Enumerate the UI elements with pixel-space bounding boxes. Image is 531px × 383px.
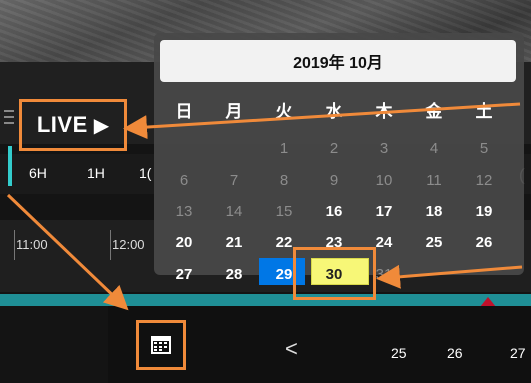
calendar-month-title[interactable]: 2019年 10月 [160,40,516,82]
calendar-day-11: 11 [426,172,442,189]
calendar-day-2: 2 [329,140,339,157]
calendar-day-9: 9 [329,172,339,189]
date-button-26[interactable]: 26 [447,345,463,361]
play-triangle-icon: ▶ [93,114,110,137]
calendar-day-26[interactable]: 26 [466,234,502,251]
prev-date-button[interactable]: < [285,336,298,362]
calendar-button[interactable] [136,320,186,370]
calendar-day-14: 14 [225,203,243,220]
weekday-label: 木 [375,102,393,121]
range-1h-button[interactable]: 1H [87,165,105,181]
calendar-day-16[interactable]: 16 [316,203,352,220]
calendar-day-1: 1 [279,140,289,157]
calendar-day-13: 13 [175,203,193,220]
range-6h-button[interactable]: 6H [29,165,47,181]
weekday-label: 月 [225,102,243,121]
calendar-day-25[interactable]: 25 [416,234,452,251]
timeline-tick [14,230,15,260]
calendar-day-3: 3 [379,140,389,157]
menu-icon[interactable] [4,110,14,124]
timeline-tick [110,230,111,260]
weekday-label: 金 [425,102,443,121]
timeline-label: 12:00 [112,237,145,252]
range-accent [8,146,12,186]
calendar-day-17[interactable]: 17 [366,203,402,220]
playback-progress-bar[interactable] [0,294,531,306]
calendar-day-8: 8 [279,172,289,189]
calendar-day-7: 7 [229,172,239,189]
calendar-day-28[interactable]: 28 [216,266,252,283]
calendar-day-20[interactable]: 20 [166,234,202,251]
range-10m-button[interactable]: 1( [139,165,151,181]
calendar-day-4: 4 [429,140,439,157]
calendar-day-15: 15 [275,203,293,220]
day-highlight-annotation [293,247,376,300]
weekday-label: 日 [175,102,193,121]
date-button-27[interactable]: 27 [510,345,526,361]
calendar-day-6: 6 [179,172,189,189]
live-label: LIVE [36,112,88,137]
calendar-day-21[interactable]: 21 [216,234,252,251]
weekday-label: 土 [475,102,493,121]
calendar-day-19[interactable]: 19 [466,203,502,220]
timeline-label: 11:00 [16,237,48,252]
calendar-day-10: 10 [375,172,393,189]
calendar-icon [151,336,171,354]
calendar-day-18[interactable]: 18 [416,203,452,220]
calendar-day-5: 5 [479,140,489,157]
weekday-label: 火 [275,102,293,121]
calendar-day-27[interactable]: 27 [166,266,202,283]
date-button-25[interactable]: 25 [391,345,407,361]
weekday-label: 水 [325,102,343,121]
live-button[interactable]: LIVE ▶ [19,99,127,151]
calendar-day-12: 12 [475,172,493,189]
